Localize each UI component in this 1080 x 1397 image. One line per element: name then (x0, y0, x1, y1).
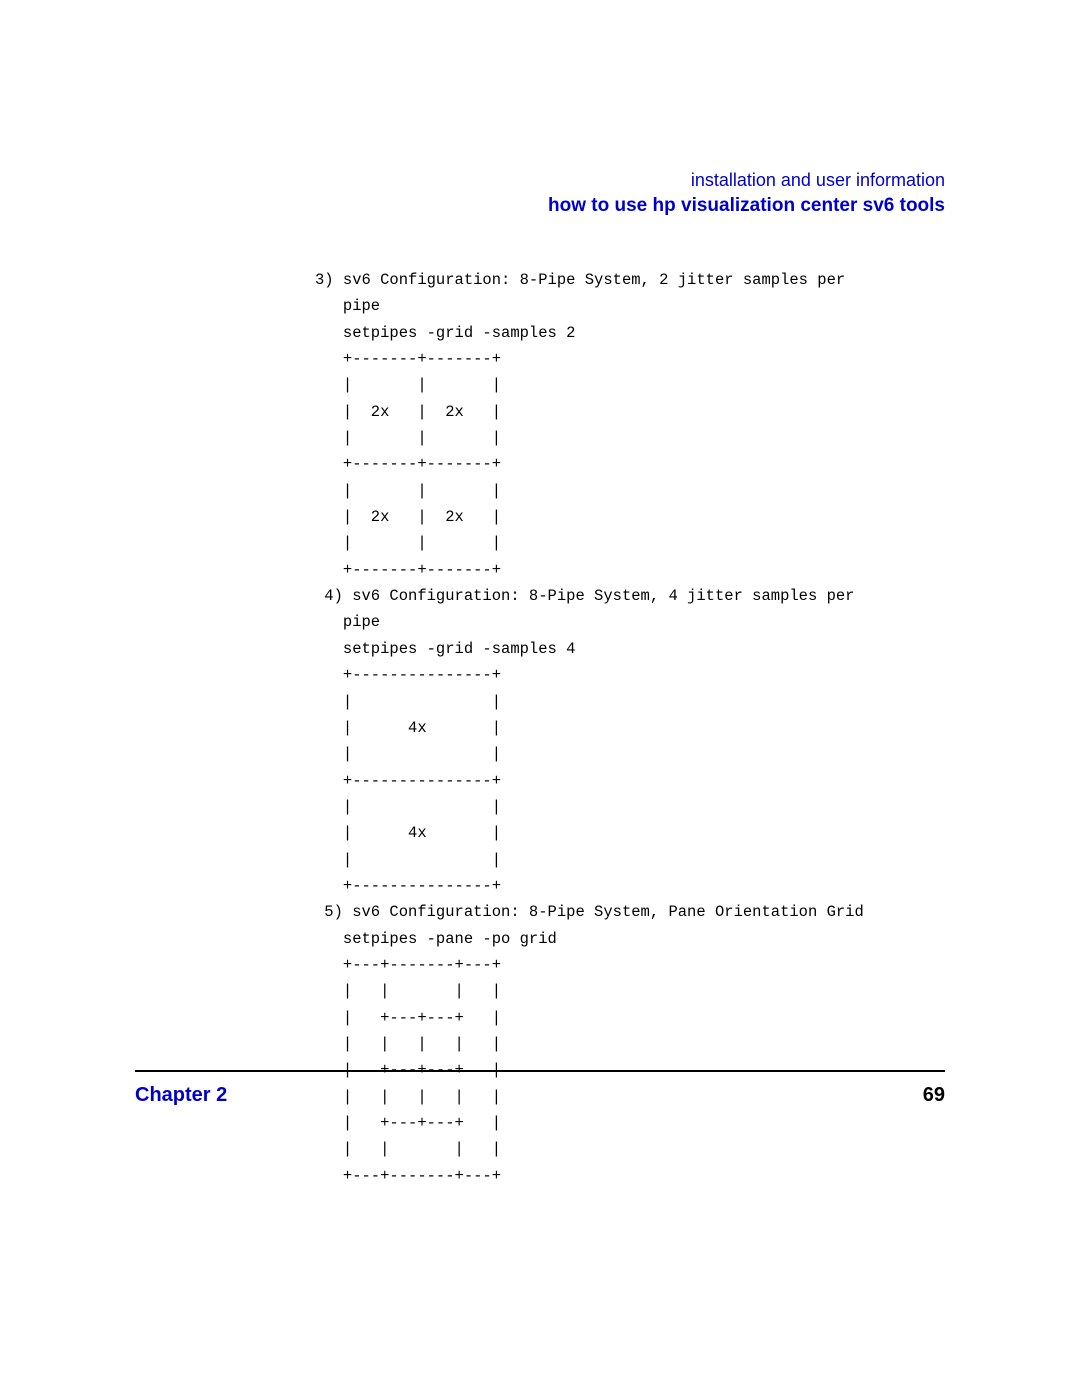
page-content: 3) sv6 Configuration: 8-Pipe System, 2 j… (315, 267, 945, 1189)
header-subtitle: installation and user information (135, 170, 945, 191)
page-footer: Chapter 2 69 (135, 1070, 945, 1107)
page-header: installation and user information how to… (135, 170, 945, 217)
page-number: 69 (923, 1084, 945, 1107)
chapter-label: Chapter 2 (135, 1084, 227, 1107)
document-page: installation and user information how to… (0, 0, 1080, 1397)
header-title: how to use hp visualization center sv6 t… (135, 195, 945, 217)
monospace-body: 3) sv6 Configuration: 8-Pipe System, 2 j… (315, 267, 945, 1189)
